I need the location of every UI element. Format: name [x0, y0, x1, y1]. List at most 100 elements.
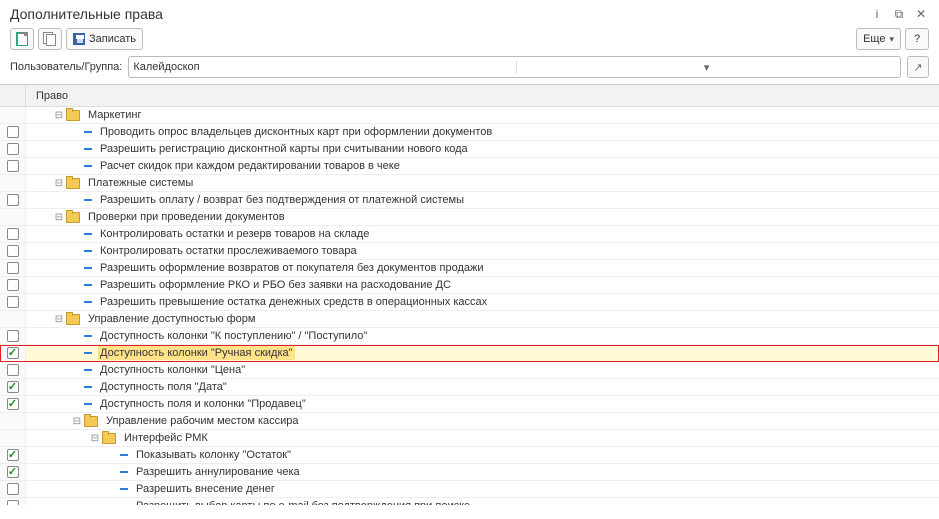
- restore-icon[interactable]: ⧉: [891, 6, 907, 22]
- checkbox[interactable]: [7, 330, 19, 342]
- row-checkbox-cell[interactable]: [0, 192, 26, 208]
- checkbox[interactable]: [7, 449, 19, 461]
- more-button[interactable]: Еще ▾: [856, 28, 901, 50]
- row-label: Интерфейс РМК: [122, 431, 210, 445]
- checkbox[interactable]: [7, 347, 19, 359]
- row-checkbox-cell[interactable]: [0, 141, 26, 157]
- tree-folder-row[interactable]: ⊟ Интерфейс РМК: [0, 430, 939, 447]
- row-label: Расчет скидок при каждом редактировании …: [98, 159, 402, 173]
- tree-toggler[interactable]: ⊟: [54, 110, 64, 121]
- checkbox[interactable]: [7, 194, 19, 206]
- item-dash-icon: [84, 352, 92, 354]
- row-checkbox-cell[interactable]: [0, 260, 26, 276]
- row-body: Разрешить превышение остатка денежных ср…: [26, 294, 939, 310]
- row-checkbox-cell[interactable]: [0, 277, 26, 293]
- row-label: Доступность поля "Дата": [98, 380, 229, 394]
- tree-folder-row[interactable]: ⊟ Платежные системы: [0, 175, 939, 192]
- row-checkbox-cell[interactable]: [0, 328, 26, 344]
- checkbox[interactable]: [7, 245, 19, 257]
- row-checkbox-cell[interactable]: [0, 464, 26, 480]
- tree-item-row[interactable]: Разрешить выбор карты по e-mail без подт…: [0, 498, 939, 505]
- row-checkbox-cell[interactable]: [0, 124, 26, 140]
- row-checkbox-cell[interactable]: [0, 158, 26, 174]
- tree-item-row[interactable]: Разрешить аннулирование чека: [0, 464, 939, 481]
- tree-item-row[interactable]: Доступность колонки "К поступлению" / "П…: [0, 328, 939, 345]
- chevron-down-icon: ▾: [889, 34, 894, 45]
- close-icon[interactable]: ✕: [913, 6, 929, 22]
- checkbox[interactable]: [7, 126, 19, 138]
- tree-item-row[interactable]: Разрешить внесение денег: [0, 481, 939, 498]
- item-dash-icon: [84, 335, 92, 337]
- checkbox[interactable]: [7, 398, 19, 410]
- tree-toggler[interactable]: ⊟: [90, 433, 100, 444]
- row-checkbox-cell[interactable]: [0, 362, 26, 378]
- tree-toggler[interactable]: ⊟: [54, 314, 64, 325]
- checkbox[interactable]: [7, 160, 19, 172]
- checkbox[interactable]: [7, 364, 19, 376]
- row-checkbox-cell[interactable]: [0, 498, 26, 505]
- row-body: Разрешить оплату / возврат без подтвержд…: [26, 192, 939, 208]
- checkbox[interactable]: [7, 143, 19, 155]
- tree-item-row[interactable]: Проводить опрос владельцев дисконтных ка…: [0, 124, 939, 141]
- field-dropdown-icon[interactable]: ▾: [516, 61, 896, 74]
- row-checkbox-cell[interactable]: [0, 396, 26, 412]
- tree-folder-row[interactable]: ⊟Управление доступностью форм: [0, 311, 939, 328]
- folder-icon: [66, 212, 80, 223]
- tree-item-row[interactable]: Контролировать остатки прослеживаемого т…: [0, 243, 939, 260]
- tree-item-row[interactable]: Расчет скидок при каждом редактировании …: [0, 158, 939, 175]
- checkbox[interactable]: [7, 262, 19, 274]
- tree-item-row[interactable]: Разрешить оплату / возврат без подтвержд…: [0, 192, 939, 209]
- tree-toggler[interactable]: ⊟: [54, 178, 64, 189]
- tree-item-row[interactable]: Доступность поля "Дата": [0, 379, 939, 396]
- row-checkbox-cell: [0, 413, 26, 429]
- row-label: Разрешить оплату / возврат без подтвержд…: [98, 193, 466, 207]
- info-icon[interactable]: i: [869, 6, 885, 22]
- row-label: Платежные системы: [86, 176, 195, 190]
- checkbox[interactable]: [7, 279, 19, 291]
- grid-rows[interactable]: ⊟МаркетингПроводить опрос владельцев дис…: [0, 107, 939, 505]
- row-checkbox-cell[interactable]: [0, 447, 26, 463]
- tree-item-row[interactable]: Показывать колонку "Остаток": [0, 447, 939, 464]
- checkbox[interactable]: [7, 228, 19, 240]
- tree-item-row[interactable]: Доступность поля и колонки "Продавец": [0, 396, 939, 413]
- row-body: Контролировать остатки и резерв товаров …: [26, 226, 939, 242]
- open-reference-button[interactable]: ↗: [907, 56, 929, 78]
- row-checkbox-cell[interactable]: [0, 226, 26, 242]
- tree-item-row[interactable]: Контролировать остатки и резерв товаров …: [0, 226, 939, 243]
- tree-item-row[interactable]: Разрешить оформление возвратов от покупа…: [0, 260, 939, 277]
- tree-item-row[interactable]: Доступность колонки "Цена": [0, 362, 939, 379]
- item-dash-icon: [120, 454, 128, 456]
- row-checkbox-cell[interactable]: [0, 243, 26, 259]
- tree-item-row[interactable]: Разрешить превышение остатка денежных ср…: [0, 294, 939, 311]
- tree-item-row[interactable]: Доступность колонки "Ручная скидка": [0, 345, 939, 362]
- help-button[interactable]: ?: [905, 28, 929, 50]
- row-body: ⊟Управление доступностью форм: [26, 311, 939, 327]
- row-checkbox-cell[interactable]: [0, 379, 26, 395]
- checkbox[interactable]: [7, 381, 19, 393]
- tree-item-row[interactable]: Разрешить оформление РКО и РБО без заявк…: [0, 277, 939, 294]
- copy-sheets-button[interactable]: [38, 28, 62, 50]
- row-label: Разрешить внесение денег: [134, 482, 277, 496]
- row-checkbox-cell[interactable]: [0, 481, 26, 497]
- row-checkbox-cell: [0, 107, 26, 123]
- tree-folder-row[interactable]: ⊟Управление рабочим местом кассира: [0, 413, 939, 430]
- save-button[interactable]: Записать: [66, 28, 143, 50]
- tree-folder-row[interactable]: ⊟Проверки при проведении документов: [0, 209, 939, 226]
- row-body: ⊟ Платежные системы: [26, 175, 939, 191]
- checkbox[interactable]: [7, 466, 19, 478]
- tree-toggler[interactable]: ⊟: [54, 212, 64, 223]
- tree-folder-row[interactable]: ⊟Маркетинг: [0, 107, 939, 124]
- tree-toggler[interactable]: ⊟: [72, 416, 82, 427]
- tree-item-row[interactable]: Разрешить регистрацию дисконтной карты п…: [0, 141, 939, 158]
- checkbox[interactable]: [7, 296, 19, 308]
- row-checkbox-cell[interactable]: [0, 294, 26, 310]
- user-group-field[interactable]: Калейдоскоп ▾: [128, 56, 901, 78]
- user-group-value: Калейдоскоп: [133, 61, 512, 73]
- checkbox[interactable]: [7, 500, 19, 505]
- new-sheet-button[interactable]: [10, 28, 34, 50]
- row-label: Разрешить регистрацию дисконтной карты п…: [98, 142, 470, 156]
- row-checkbox-cell[interactable]: [0, 345, 26, 361]
- item-dash-icon: [84, 386, 92, 388]
- checkbox[interactable]: [7, 483, 19, 495]
- row-body: Доступность поля и колонки "Продавец": [26, 396, 939, 412]
